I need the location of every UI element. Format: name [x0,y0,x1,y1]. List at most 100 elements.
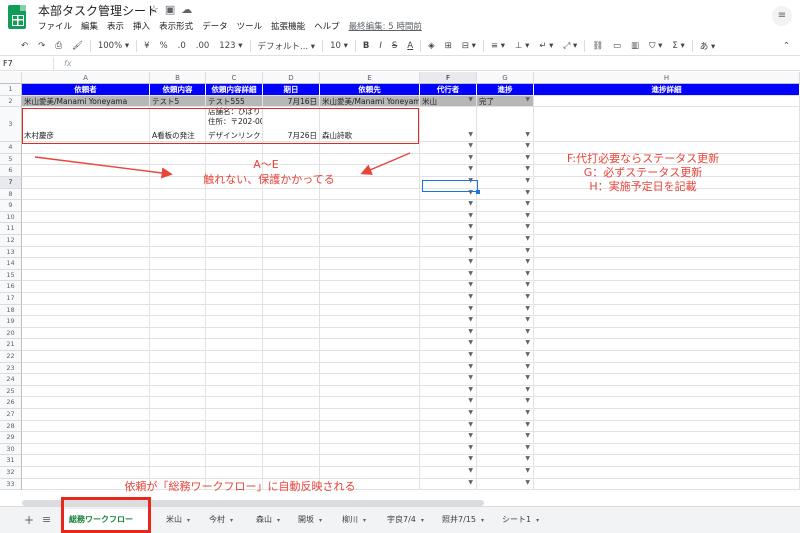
zoom-select[interactable]: 100% ▾ [93,41,134,51]
cell-g4[interactable]: ▼ [477,142,534,154]
dropdown-arrow-icon[interactable]: ▼ [525,455,530,465]
row-number[interactable]: 13 [0,246,22,259]
cell-b29[interactable] [150,432,206,444]
cell-b22[interactable] [150,351,206,363]
header-cell-f[interactable]: 代行者 [420,84,477,96]
cell-f12[interactable]: ▼ [420,235,477,247]
cell-f6[interactable]: ▼ [420,165,477,177]
cell-b32[interactable] [150,467,206,479]
cell-c11[interactable] [206,223,263,235]
cell-g8[interactable]: ▼ [477,188,534,201]
name-box[interactable]: F7 [0,57,54,70]
cell-g13[interactable]: ▼ [477,246,534,259]
cell-e28[interactable] [320,420,420,433]
dropdown-arrow-icon[interactable]: ▼ [468,281,473,291]
cell-b26[interactable] [150,397,206,409]
dropdown-arrow-icon[interactable]: ▼ [525,212,530,222]
dropdown-arrow-icon[interactable]: ▼ [525,397,530,407]
menu-file[interactable]: ファイル [38,20,72,32]
cell-g17[interactable]: ▼ [477,293,534,305]
cell-f14[interactable]: ▼ [420,258,477,270]
cell-c30[interactable] [206,443,263,456]
column-header-d[interactable]: D [263,72,320,84]
cell-c22[interactable] [206,351,263,363]
menu-view[interactable]: 表示 [107,20,124,32]
cell-d30[interactable] [263,443,320,456]
cell-f10[interactable]: ▼ [420,211,477,224]
row-number[interactable]: 7 [0,177,22,189]
text-wrap-icon[interactable]: ↵ ▾ [534,41,558,51]
cell-c17[interactable] [206,293,263,305]
cell-h17[interactable] [534,293,800,305]
cell-g20[interactable]: ▼ [477,327,534,340]
cell-c21[interactable] [206,339,263,351]
row-number[interactable]: 2 [0,95,22,108]
dropdown-arrow-icon[interactable]: ▼ [468,351,473,361]
cell-d20[interactable] [263,327,320,340]
cell-e19[interactable] [320,316,420,328]
cell-e25[interactable] [320,385,420,398]
cell-c9[interactable] [206,200,263,212]
cell-a15[interactable] [22,269,150,282]
cell-a6[interactable] [22,165,150,177]
dropdown-arrow-icon[interactable]: ▼ [468,316,473,326]
dropdown-arrow-icon[interactable]: ▼ [525,479,530,489]
cell-b20[interactable] [150,327,206,340]
cell-e32[interactable] [320,467,420,479]
cell-a17[interactable] [22,293,150,305]
row-number[interactable]: 15 [0,269,22,282]
column-header-e[interactable]: E [320,72,420,84]
functions-icon[interactable]: Σ ▾ [667,41,689,51]
print-icon[interactable]: ⎙ [50,41,67,51]
dropdown-arrow-icon[interactable]: ▼ [525,409,530,419]
cell-b10[interactable] [150,211,206,224]
row-number[interactable]: 8 [0,188,22,201]
sheet-tab-8[interactable]: シート1 ▾ [496,509,540,531]
dropdown-arrow-icon[interactable]: ▼ [468,409,473,419]
row-number[interactable]: 27 [0,409,22,421]
dropdown-arrow-icon[interactable]: ▼ [468,374,473,384]
cell-h3[interactable] [534,107,800,143]
row-number[interactable]: 25 [0,385,22,398]
dropdown-arrow-icon[interactable]: ▼ [525,339,530,349]
cell-e11[interactable] [320,223,420,235]
redo-icon[interactable]: ↷ [33,41,50,51]
cell-d8[interactable] [263,188,320,201]
input-tools-select[interactable]: あ ▾ [695,40,720,52]
dropdown-arrow-icon[interactable]: ▼ [525,386,530,396]
cell-h29[interactable] [534,432,800,444]
cell-d24[interactable] [263,374,320,386]
cell-d18[interactable] [263,304,320,317]
row-number[interactable]: 23 [0,362,22,375]
cell-d27[interactable] [263,409,320,421]
row-number[interactable]: 3 [0,107,22,143]
header-cell-d[interactable]: 期日 [263,84,320,96]
cell-f16[interactable]: ▼ [420,281,477,293]
dropdown-arrow-icon[interactable]: ▼ [468,397,473,407]
cell-b24[interactable] [150,374,206,386]
cell-f15[interactable]: ▼ [420,269,477,282]
sheet-tab-6[interactable]: 宇良7/4 ▾ [381,509,433,531]
dropdown-arrow-icon[interactable]: ▼ [525,130,530,140]
row-number[interactable]: 5 [0,153,22,166]
cell-c25[interactable] [206,385,263,398]
row-number[interactable]: 32 [0,467,22,479]
cell-f17[interactable]: ▼ [420,293,477,305]
header-cell-c[interactable]: 依頼内容詳細 [206,84,263,96]
cell-g18[interactable]: ▼ [477,304,534,317]
row-number[interactable]: 11 [0,223,22,235]
cell-f4[interactable]: ▼ [420,142,477,154]
cell-e9[interactable] [320,200,420,212]
insert-link-icon[interactable]: ⛓ [587,41,608,51]
cell-g10[interactable]: ▼ [477,211,534,224]
cell-b8[interactable] [150,188,206,201]
cell-g6[interactable]: ▼ [477,165,534,177]
sheets-logo-icon[interactable] [8,5,26,29]
cell-h10[interactable] [534,211,800,224]
cell-f27[interactable]: ▼ [420,409,477,421]
cell-b9[interactable] [150,200,206,212]
sheet-tab-menu-icon[interactable]: ▾ [536,517,539,524]
sheet-tab-3[interactable]: 森山 ▾ [250,509,289,531]
borders-icon[interactable]: ⊞ [440,41,457,51]
dropdown-arrow-icon[interactable]: ▼ [468,305,473,315]
